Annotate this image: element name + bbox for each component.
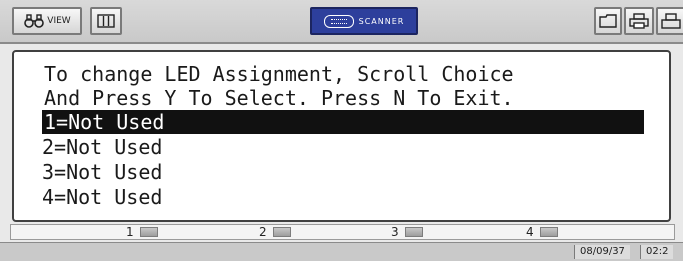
status-bar: 08/09/37 02:2 [0,242,683,261]
split-screen-icon [97,14,115,28]
connector-icon [323,14,354,28]
view-button-label: VIEW [47,16,71,26]
led-indicator-1-label: 1 [126,225,134,239]
binoculars-icon [24,14,45,28]
scanner-button-label: SCANNER [358,16,405,26]
scanner-window: VIEW SCANNER To change LED Assignment, S… [0,0,683,261]
led-3-light [404,227,423,237]
tool-icon [661,13,681,29]
status-date: 08/09/37 [574,245,630,259]
led-indicator-4: 4 [526,225,558,239]
led-indicator-2-label: 2 [259,225,267,239]
folder-icon [599,14,617,28]
folder-button[interactable] [594,7,622,35]
led-indicator-1: 1 [126,225,158,239]
print-button[interactable] [624,7,654,35]
toolbar: VIEW SCANNER [0,0,683,44]
led-indicator-3: 3 [391,225,423,239]
extra-toolbar-button[interactable] [656,7,683,35]
led-2-light [272,227,291,237]
status-time: 02:2 [640,245,674,259]
printer-icon [629,13,649,29]
led-option-2[interactable]: 2=Not Used [42,135,162,159]
led-indicator-3-label: 3 [391,225,399,239]
led-option-4[interactable]: 4=Not Used [42,185,162,209]
led-4-light [539,227,558,237]
instruction-line-2: And Press Y To Select. Press N To Exit. [44,86,514,110]
instruction-line-1: To change LED Assignment, Scroll Choice [44,62,514,86]
led-option-1[interactable]: 1=Not Used [42,110,644,134]
scanner-button[interactable]: SCANNER [310,7,418,35]
led-indicator-2: 2 [259,225,291,239]
led-option-3[interactable]: 3=Not Used [42,160,162,184]
view-button[interactable]: VIEW [12,7,82,35]
led-indicator-bar: 1 2 3 4 [10,224,675,240]
led-1-light [139,227,158,237]
led-indicator-4-label: 4 [526,225,534,239]
split-screen-button[interactable] [90,7,122,35]
led-assignment-screen: To change LED Assignment, Scroll Choice … [12,50,671,222]
